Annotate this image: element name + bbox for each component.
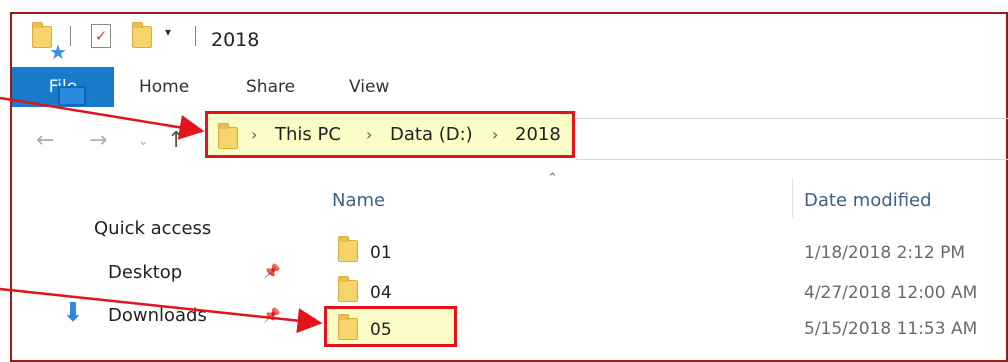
arrow-to-folder-05 xyxy=(0,287,323,334)
arrow-to-address-bar xyxy=(0,96,205,140)
annotation-arrows xyxy=(0,96,323,334)
